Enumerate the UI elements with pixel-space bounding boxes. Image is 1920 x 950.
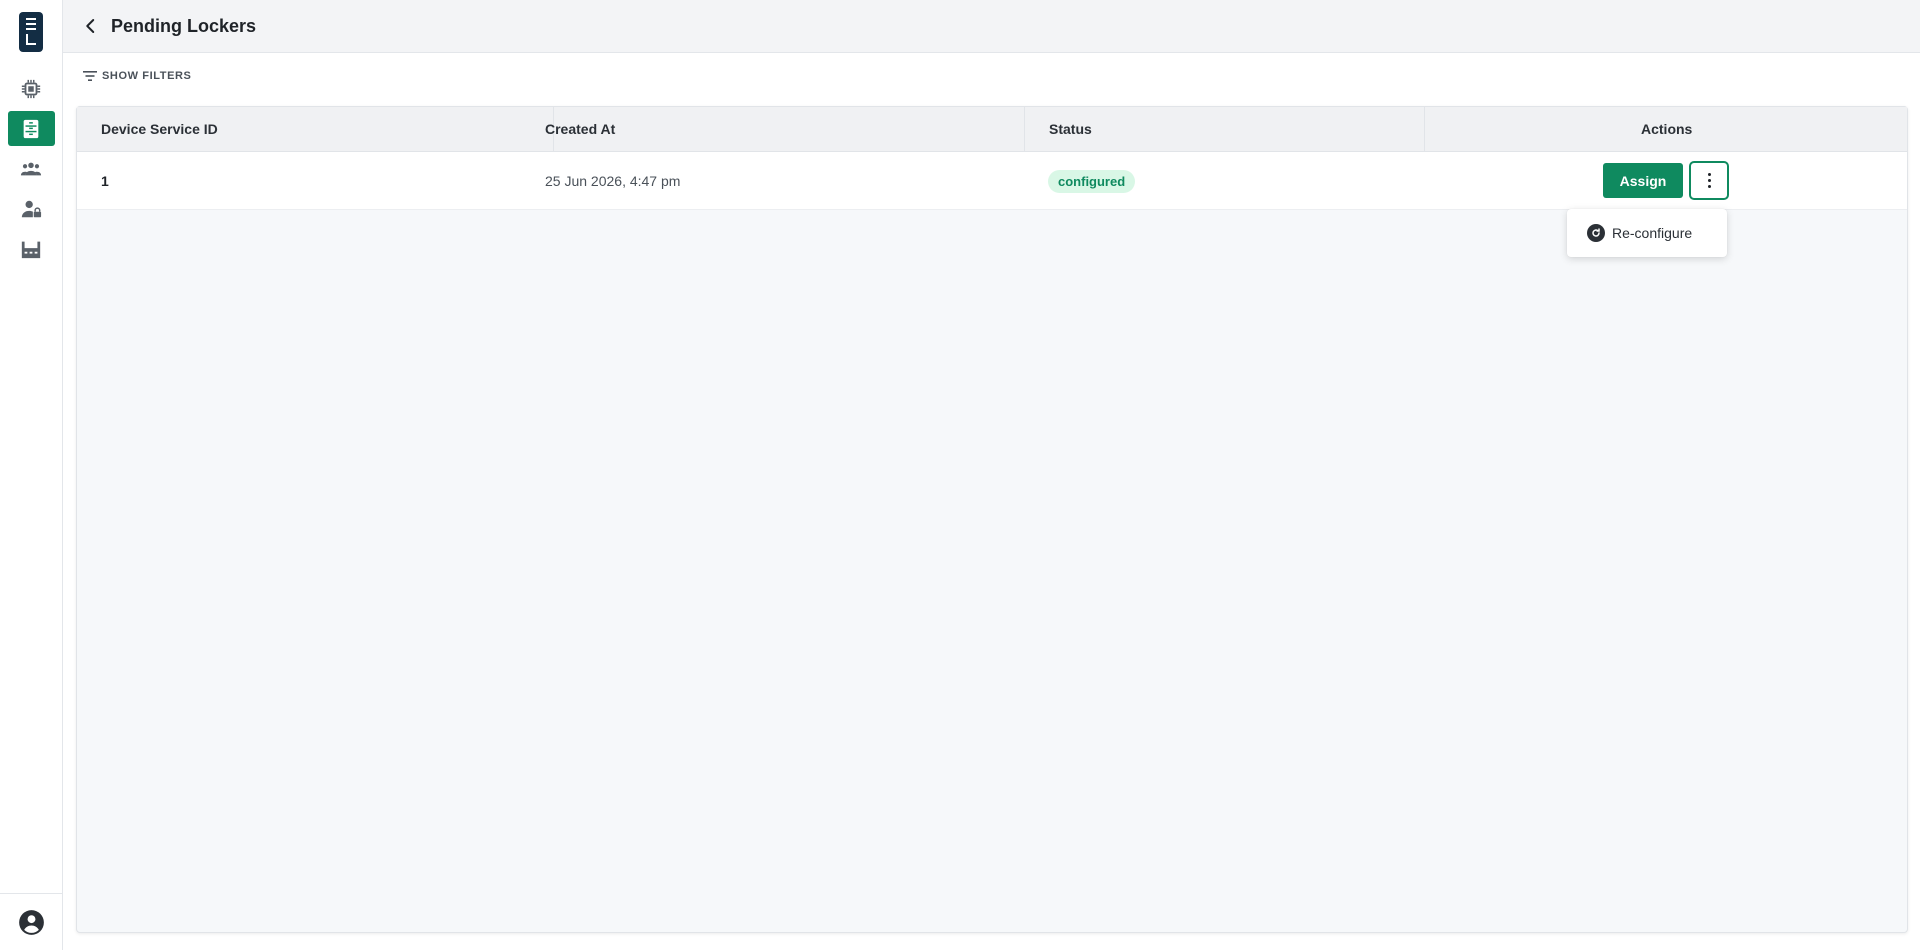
column-divider[interactable] (1024, 107, 1025, 152)
user-lock-icon (21, 200, 42, 217)
back-button[interactable] (79, 14, 103, 38)
column-header-created-at[interactable]: Created At (545, 107, 615, 152)
more-vertical-icon (1707, 172, 1711, 190)
table-header: Device Service ID Created At Status Acti… (77, 107, 1907, 152)
show-filters-button[interactable]: SHOW FILTERS (83, 70, 192, 82)
table-row[interactable]: 1 25 Jun 2026, 4:47 pm configured Assign (77, 152, 1907, 210)
chip-icon (21, 79, 41, 98)
column-header-actions: Actions (1641, 121, 1693, 137)
device-service-id-cell: 1 (101, 173, 109, 189)
menu-item-label: Re-configure (1612, 225, 1693, 241)
sidebar-item-admins[interactable] (8, 191, 55, 226)
filter-icon (83, 71, 97, 81)
more-actions-button[interactable] (1689, 161, 1729, 200)
sidebar (0, 0, 63, 950)
account-circle-icon (19, 909, 44, 935)
sidebar-item-lockers[interactable] (7, 111, 55, 146)
assign-button[interactable]: Assign (1603, 163, 1683, 198)
column-header-device-service-id[interactable]: Device Service ID (101, 107, 218, 152)
sidebar-item-devices[interactable] (8, 71, 55, 106)
page-title: Pending Lockers (111, 15, 257, 36)
refresh-icon (1587, 224, 1605, 242)
sidebar-profile[interactable] (0, 893, 63, 950)
page-header: Pending Lockers (63, 0, 1920, 53)
chevron-left-icon (86, 19, 95, 33)
users-icon (20, 162, 42, 175)
menu-item-reconfigure[interactable]: Re-configure (1567, 209, 1727, 257)
factory-icon (21, 241, 41, 258)
actions-menu: Re-configure (1567, 209, 1727, 257)
created-at-cell: 25 Jun 2026, 4:47 pm (545, 173, 681, 189)
sidebar-item-users[interactable] (8, 151, 55, 186)
status-badge: configured (1048, 170, 1136, 193)
locker-icon (23, 119, 39, 138)
sidebar-item-factory[interactable] (8, 231, 55, 266)
column-header-status[interactable]: Status (1049, 107, 1092, 152)
locker-logo-icon[interactable] (19, 12, 43, 52)
show-filters-label: SHOW FILTERS (102, 70, 192, 82)
column-divider[interactable] (1424, 107, 1425, 152)
